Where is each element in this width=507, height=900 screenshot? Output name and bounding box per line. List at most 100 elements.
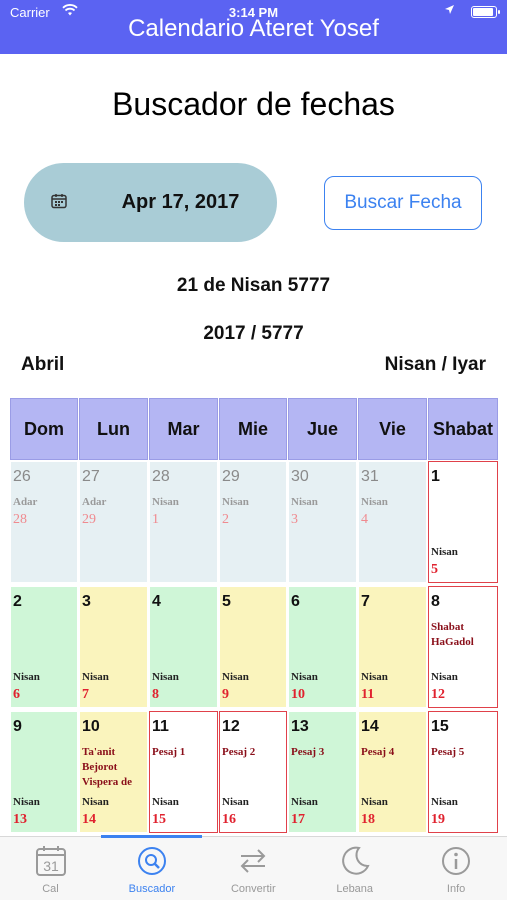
- hebrew-day-number: 4: [361, 512, 368, 527]
- hebrew-month-label: Nisan: [431, 796, 458, 808]
- day-cell[interactable]: 10 Ta'anit Bejorot Vispera de Nisan 14: [79, 711, 148, 833]
- hebrew-day-number: 16: [222, 812, 236, 827]
- day-event: Shabat HaGadol: [431, 621, 474, 648]
- hebrew-month-label: Nisan: [431, 671, 458, 683]
- hebrew-month-label: Nisan: [152, 496, 179, 508]
- day-number: 15: [431, 718, 449, 735]
- day-cell[interactable]: 6 Nisan 10: [288, 586, 357, 708]
- day-number: 26: [13, 468, 31, 485]
- hebrew-day-number: 18: [361, 812, 375, 827]
- hebrew-day-number: 29: [82, 512, 96, 527]
- day-cell[interactable]: 12 Pesaj 2 Nisan 16: [219, 711, 287, 833]
- hebrew-day-number: 8: [152, 687, 159, 702]
- calendar-grid: Dom Lun Mar Mie Jue Vie Shabat 26 Adar 28 27 Adar 29…: [10, 398, 499, 835]
- tab-lebana[interactable]: Lebana: [304, 837, 405, 900]
- tab-label: Convertir: [230, 883, 276, 895]
- day-cell[interactable]: 27 Adar 29: [79, 461, 148, 583]
- hebrew-month-label: Nisan: [152, 796, 179, 808]
- year-line: 2017 / 5777: [203, 323, 304, 344]
- day-number: 2: [13, 593, 22, 610]
- date-picker[interactable]: Apr 17, 2017: [24, 163, 277, 242]
- hebrew-month-label: Nisan: [361, 671, 388, 683]
- hebrew-date: 21 de Nisan 5777: [176, 275, 331, 296]
- day-cell[interactable]: 2 Nisan 6: [10, 586, 78, 708]
- weekday-header: Jue: [288, 398, 357, 460]
- day-cell[interactable]: 11 Pesaj 1 Nisan 15: [149, 711, 218, 833]
- day-cell[interactable]: 13 Pesaj 3 Nisan 17: [288, 711, 357, 833]
- hebrew-day-number: 1: [152, 512, 159, 527]
- hebrew-day-number: 3: [291, 512, 298, 527]
- day-number: 5: [222, 593, 231, 610]
- gregorian-month: Abril: [21, 354, 65, 375]
- hebrew-month-label: Nisan: [222, 496, 249, 508]
- day-cell[interactable]: 3 Nisan 7: [79, 586, 148, 708]
- hebrew-month-label: Nisan: [82, 671, 109, 683]
- hebrew-day-number: 28: [13, 512, 27, 527]
- day-number: 10: [82, 718, 100, 735]
- hebrew-month-label: Adar: [13, 496, 38, 508]
- tab-convertir[interactable]: Convertir: [203, 837, 304, 900]
- page-title: Buscador de fechas: [112, 86, 395, 122]
- day-number: 14: [361, 718, 379, 735]
- svg-text:31: 31: [43, 858, 59, 874]
- day-number: 30: [291, 468, 309, 485]
- tab-cal[interactable]: 31 Cal: [0, 837, 101, 900]
- hebrew-month-label: Nisan: [222, 671, 249, 683]
- hebrew-month-label: Nisan: [361, 496, 388, 508]
- day-number: 13: [291, 718, 309, 735]
- tab-label: Cal: [42, 883, 59, 895]
- day-cell[interactable]: 29 Nisan 2: [219, 461, 287, 583]
- hebrew-day-number: 10: [291, 687, 305, 702]
- day-cell[interactable]: 4 Nisan 8: [149, 586, 218, 708]
- active-tab-indicator: [101, 835, 203, 838]
- day-number: 29: [222, 468, 240, 485]
- hebrew-day-number: 9: [222, 687, 229, 702]
- app-title: Calendario Ateret Yosef: [128, 15, 379, 42]
- day-number: 12: [222, 718, 240, 735]
- day-cell[interactable]: 28 Nisan 1: [149, 461, 218, 583]
- hebrew-day-number: 5: [431, 562, 438, 577]
- hebrew-months: Nisan / Iyar: [384, 354, 486, 375]
- hebrew-month-label: Nisan: [291, 496, 318, 508]
- day-number: 9: [13, 718, 22, 735]
- tab-bar: 31 Cal Buscador Convertir Lebana Info: [0, 835, 507, 900]
- day-number: 11: [152, 718, 169, 735]
- hebrew-month-label: Nisan: [361, 796, 388, 808]
- day-number: 1: [431, 468, 440, 485]
- day-number: 6: [291, 593, 300, 610]
- day-cell[interactable]: 26 Adar 28: [10, 461, 78, 583]
- hebrew-day-number: 17: [291, 812, 305, 827]
- day-number: 28: [152, 468, 170, 485]
- day-number: 8: [431, 593, 440, 610]
- day-number: 31: [361, 468, 379, 485]
- day-cell[interactable]: 7 Nisan 11: [358, 586, 427, 708]
- tab-info[interactable]: Info: [406, 837, 507, 900]
- hebrew-month-label: Nisan: [291, 671, 318, 683]
- day-cell[interactable]: 30 Nisan 3: [288, 461, 357, 583]
- hebrew-day-number: 15: [152, 812, 166, 827]
- hebrew-day-number: 7: [82, 687, 89, 702]
- hebrew-day-number: 11: [361, 687, 375, 702]
- day-cell[interactable]: 8 Shabat HaGadol Nisan 12: [428, 586, 498, 708]
- day-event: Pesaj 3: [291, 746, 325, 758]
- day-cell[interactable]: 31 Nisan 4: [358, 461, 427, 583]
- day-cell[interactable]: 14 Pesaj 4 Nisan 18: [358, 711, 427, 833]
- day-cell[interactable]: 1 Nisan 5: [428, 461, 498, 583]
- hebrew-day-number: 19: [431, 812, 445, 827]
- hebrew-day-number: 2: [222, 512, 229, 527]
- hebrew-day-number: 13: [13, 812, 27, 827]
- day-number: 3: [82, 593, 91, 610]
- search-icon: [101, 845, 202, 877]
- calendar-icon: 31: [0, 845, 101, 877]
- hebrew-day-number: 14: [82, 812, 96, 827]
- weekday-header: Lun: [79, 398, 148, 460]
- day-cell[interactable]: 9 Nisan 13: [10, 711, 78, 833]
- tab-label: Lebana: [336, 883, 374, 895]
- tab-buscador[interactable]: Buscador: [101, 835, 203, 900]
- search-date-button[interactable]: Buscar Fecha: [324, 176, 482, 230]
- day-event: Pesaj 2: [222, 746, 256, 758]
- moon-icon: [304, 845, 405, 877]
- day-cell[interactable]: 5 Nisan 9: [219, 586, 287, 708]
- day-event: Pesaj 1: [152, 746, 186, 758]
- day-cell[interactable]: 15 Pesaj 5 Nisan 19: [428, 711, 498, 833]
